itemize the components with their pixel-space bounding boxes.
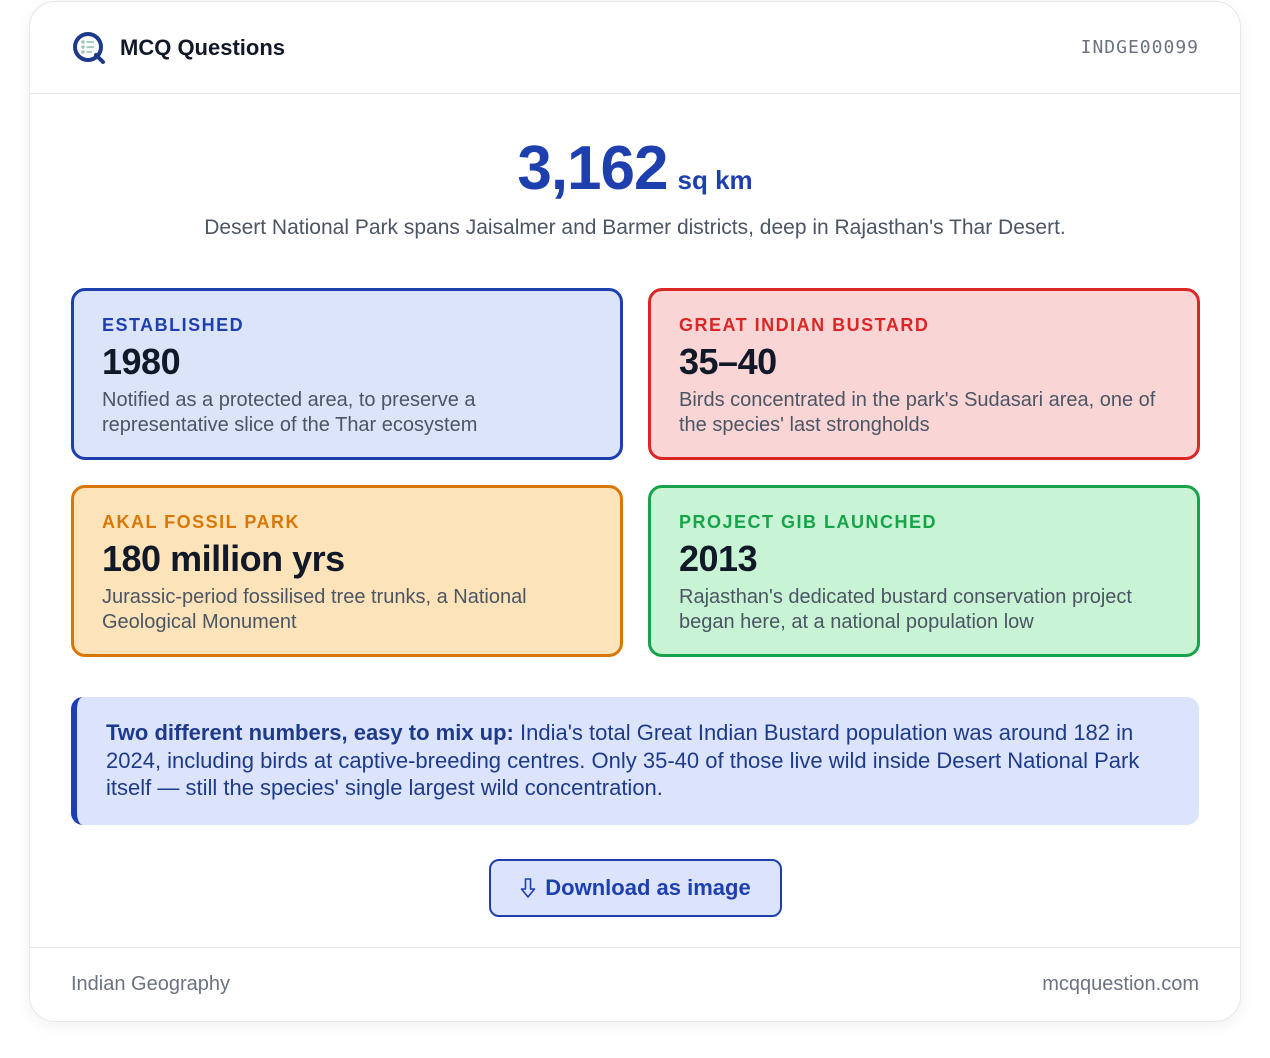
stat-value: 35–40 [679, 341, 777, 382]
stat-card-project-gib: PROJECT GIB LAUNCHED 2013 Rajasthan's de… [648, 485, 1200, 657]
mcq-logo-icon [73, 31, 105, 64]
stat-label: GREAT INDIAN BUSTARD [679, 315, 930, 335]
stat-card-bustard: GREAT INDIAN BUSTARD 35–40 Birds concent… [648, 288, 1200, 460]
footer-category: Indian Geography [71, 973, 231, 995]
question-code: INDGE00099 [1080, 37, 1199, 58]
footer-site[interactable]: mcqquestion.com [1042, 973, 1199, 996]
hero-unit: sq km [677, 165, 753, 195]
card-footer: Indian Geography mcqquestion.com [30, 947, 1240, 1021]
hero-number: 3,162 [517, 134, 668, 203]
brand-name: MCQ Questions [120, 34, 286, 60]
stat-label: PROJECT GIB LAUNCHED [679, 512, 938, 532]
download-arrow-icon [520, 878, 536, 898]
note-lead: Two different numbers, easy to mix up: [106, 720, 514, 745]
download-image-button[interactable]: Download as image [488, 859, 782, 917]
info-card: MCQ Questions INDGE00099 3,162 sq km Des… [29, 1, 1241, 1022]
hero: 3,162 sq km Desert National Park spans J… [30, 94, 1240, 240]
stat-label: AKAL FOSSIL PARK [102, 512, 301, 532]
download-button-label: Download as image [545, 875, 751, 900]
stat-description: Jurassic-period fossilised tree trunks, … [102, 585, 527, 633]
stat-card-established: ESTABLISHED 1980 Notified as a protected… [71, 288, 623, 460]
stat-description: Rajasthan's dedicated bustard conservati… [679, 585, 1132, 633]
stat-description: Birds concentrated in the park's Sudasar… [679, 388, 1156, 436]
stat-value: 180 million yrs [102, 538, 345, 579]
card-header: MCQ Questions INDGE00099 [30, 2, 1240, 94]
stat-description: Notified as a protected area, to preserv… [102, 388, 478, 436]
stat-value: 2013 [679, 538, 758, 579]
clarification-note: Two different numbers, easy to mix up: I… [71, 697, 1199, 825]
hero-figure: 3,162 sq km [30, 138, 1240, 200]
stats-grid: ESTABLISHED 1980 Notified as a protected… [71, 288, 1200, 657]
brand[interactable]: MCQ Questions [72, 31, 285, 65]
download-row: Download as image [30, 859, 1240, 917]
hero-subtitle: Desert National Park spans Jaisalmer and… [204, 216, 1066, 239]
stat-value: 1980 [102, 341, 181, 382]
stat-label: ESTABLISHED [102, 315, 245, 335]
stat-card-fossil-park: AKAL FOSSIL PARK 180 million yrs Jurassi… [71, 485, 623, 657]
